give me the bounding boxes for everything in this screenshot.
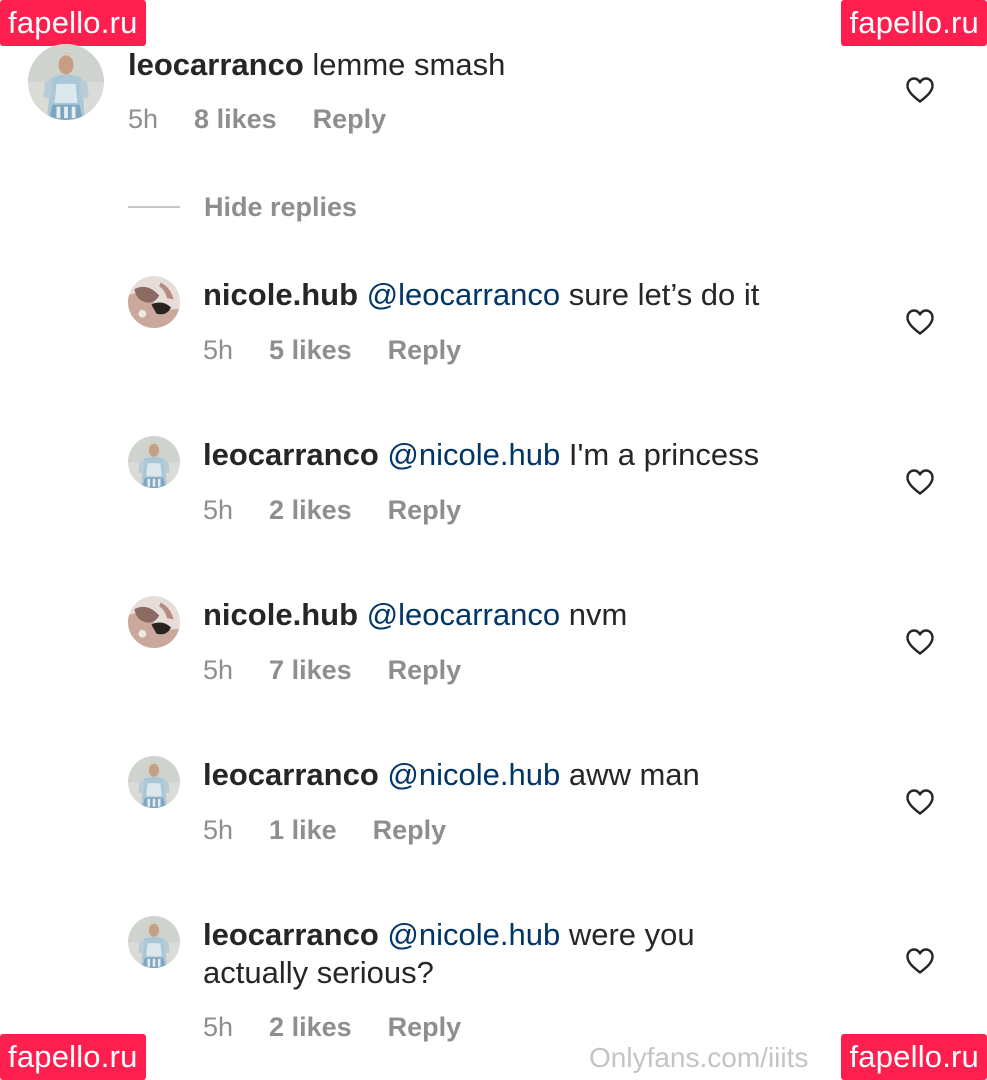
reply-body: leocarranco @nicole.hub aww man	[203, 756, 700, 794]
reply-time: 5h	[203, 1012, 234, 1042]
reply-mention[interactable]: @nicole.hub	[387, 437, 560, 472]
reply-meta: 5h 5 likes Reply	[203, 335, 461, 366]
reply-username[interactable]: nicole.hub	[203, 277, 358, 312]
reply-text: I'm a princess	[568, 437, 760, 472]
reply-meta: 5h 2 likes Reply	[203, 495, 461, 526]
hide-replies-label[interactable]: Hide replies	[204, 192, 357, 223]
reply-mention[interactable]: @nicole.hub	[387, 757, 560, 792]
avatar-prince-costume-icon	[128, 756, 180, 808]
reply-text: aww man	[568, 757, 700, 792]
comment-time: 5h	[128, 104, 159, 134]
reply-button[interactable]: Reply	[388, 495, 462, 525]
like-heart-icon[interactable]	[905, 947, 935, 975]
reply-mention[interactable]: @leocarranco	[367, 597, 560, 632]
reply-time: 5h	[203, 495, 234, 525]
divider-line	[128, 206, 180, 208]
like-heart-icon[interactable]	[905, 76, 935, 104]
reply-username[interactable]: leocarranco	[203, 437, 379, 472]
watermark-top-left: fapello.ru	[0, 0, 146, 46]
reply-button[interactable]: Reply	[388, 655, 462, 685]
reply-likes[interactable]: 7 likes	[269, 655, 352, 685]
avatar-leocarranco[interactable]	[128, 916, 180, 968]
comment-username[interactable]: leocarranco	[128, 47, 304, 82]
reply-time: 5h	[203, 815, 234, 845]
reply-body: leocarranco @nicole.hub were you actuall…	[203, 916, 783, 992]
comment-meta: 5h 8 likes Reply	[128, 104, 386, 135]
avatar-leocarranco[interactable]	[128, 756, 180, 808]
comment-likes[interactable]: 8 likes	[194, 104, 277, 134]
reply-time: 5h	[203, 335, 234, 365]
onlyfans-watermark: Onlyfans.com/iiits	[589, 1042, 809, 1073]
avatar-nicole-hub[interactable]	[128, 596, 180, 648]
like-heart-icon[interactable]	[905, 628, 935, 656]
reply-username[interactable]: nicole.hub	[203, 597, 358, 632]
reply-username[interactable]: leocarranco	[203, 757, 379, 792]
comment-text: lemme smash	[312, 47, 506, 82]
reply-likes[interactable]: 1 like	[269, 815, 337, 845]
reply-body: nicole.hub @leocarranco nvm	[203, 596, 627, 634]
avatar-nicole-icon	[128, 596, 180, 648]
reply-body: leocarranco @nicole.hub I'm a princess	[203, 436, 759, 474]
reply-button[interactable]: Reply	[313, 104, 387, 134]
like-heart-icon[interactable]	[905, 308, 935, 336]
comment-body: leocarranco lemme smash	[128, 46, 505, 84]
reply-text: nvm	[568, 597, 628, 632]
reply-time: 5h	[203, 655, 234, 685]
avatar-prince-costume-icon	[128, 436, 180, 488]
reply-button[interactable]: Reply	[388, 1012, 462, 1042]
reply-likes[interactable]: 5 likes	[269, 335, 352, 365]
reply-username[interactable]: leocarranco	[203, 917, 379, 952]
reply-mention[interactable]: @nicole.hub	[387, 917, 560, 952]
avatar-leocarranco[interactable]	[28, 44, 104, 120]
reply-mention[interactable]: @leocarranco	[367, 277, 560, 312]
avatar-prince-costume-icon	[28, 44, 104, 120]
avatar-nicole-icon	[128, 276, 180, 328]
hide-replies-toggle[interactable]: Hide replies	[128, 190, 357, 224]
reply-likes[interactable]: 2 likes	[269, 1012, 352, 1042]
watermark-top-right: fapello.ru	[841, 0, 987, 46]
reply-button[interactable]: Reply	[373, 815, 447, 845]
reply-button[interactable]: Reply	[388, 335, 462, 365]
avatar-nicole-hub[interactable]	[128, 276, 180, 328]
reply-meta: 5h 7 likes Reply	[203, 655, 461, 686]
reply-likes[interactable]: 2 likes	[269, 495, 352, 525]
avatar-prince-costume-icon	[128, 916, 180, 968]
watermark-bottom-left: fapello.ru	[0, 1034, 146, 1080]
watermark-bottom-right: fapello.ru	[841, 1034, 987, 1080]
reply-meta: 5h 2 likes Reply	[203, 1012, 461, 1043]
like-heart-icon[interactable]	[905, 468, 935, 496]
reply-meta: 5h 1 like Reply	[203, 815, 446, 846]
avatar-leocarranco[interactable]	[128, 436, 180, 488]
reply-text: sure let’s do it	[568, 277, 760, 312]
like-heart-icon[interactable]	[905, 788, 935, 816]
reply-body: nicole.hub @leocarranco sure let’s do it	[203, 276, 759, 314]
